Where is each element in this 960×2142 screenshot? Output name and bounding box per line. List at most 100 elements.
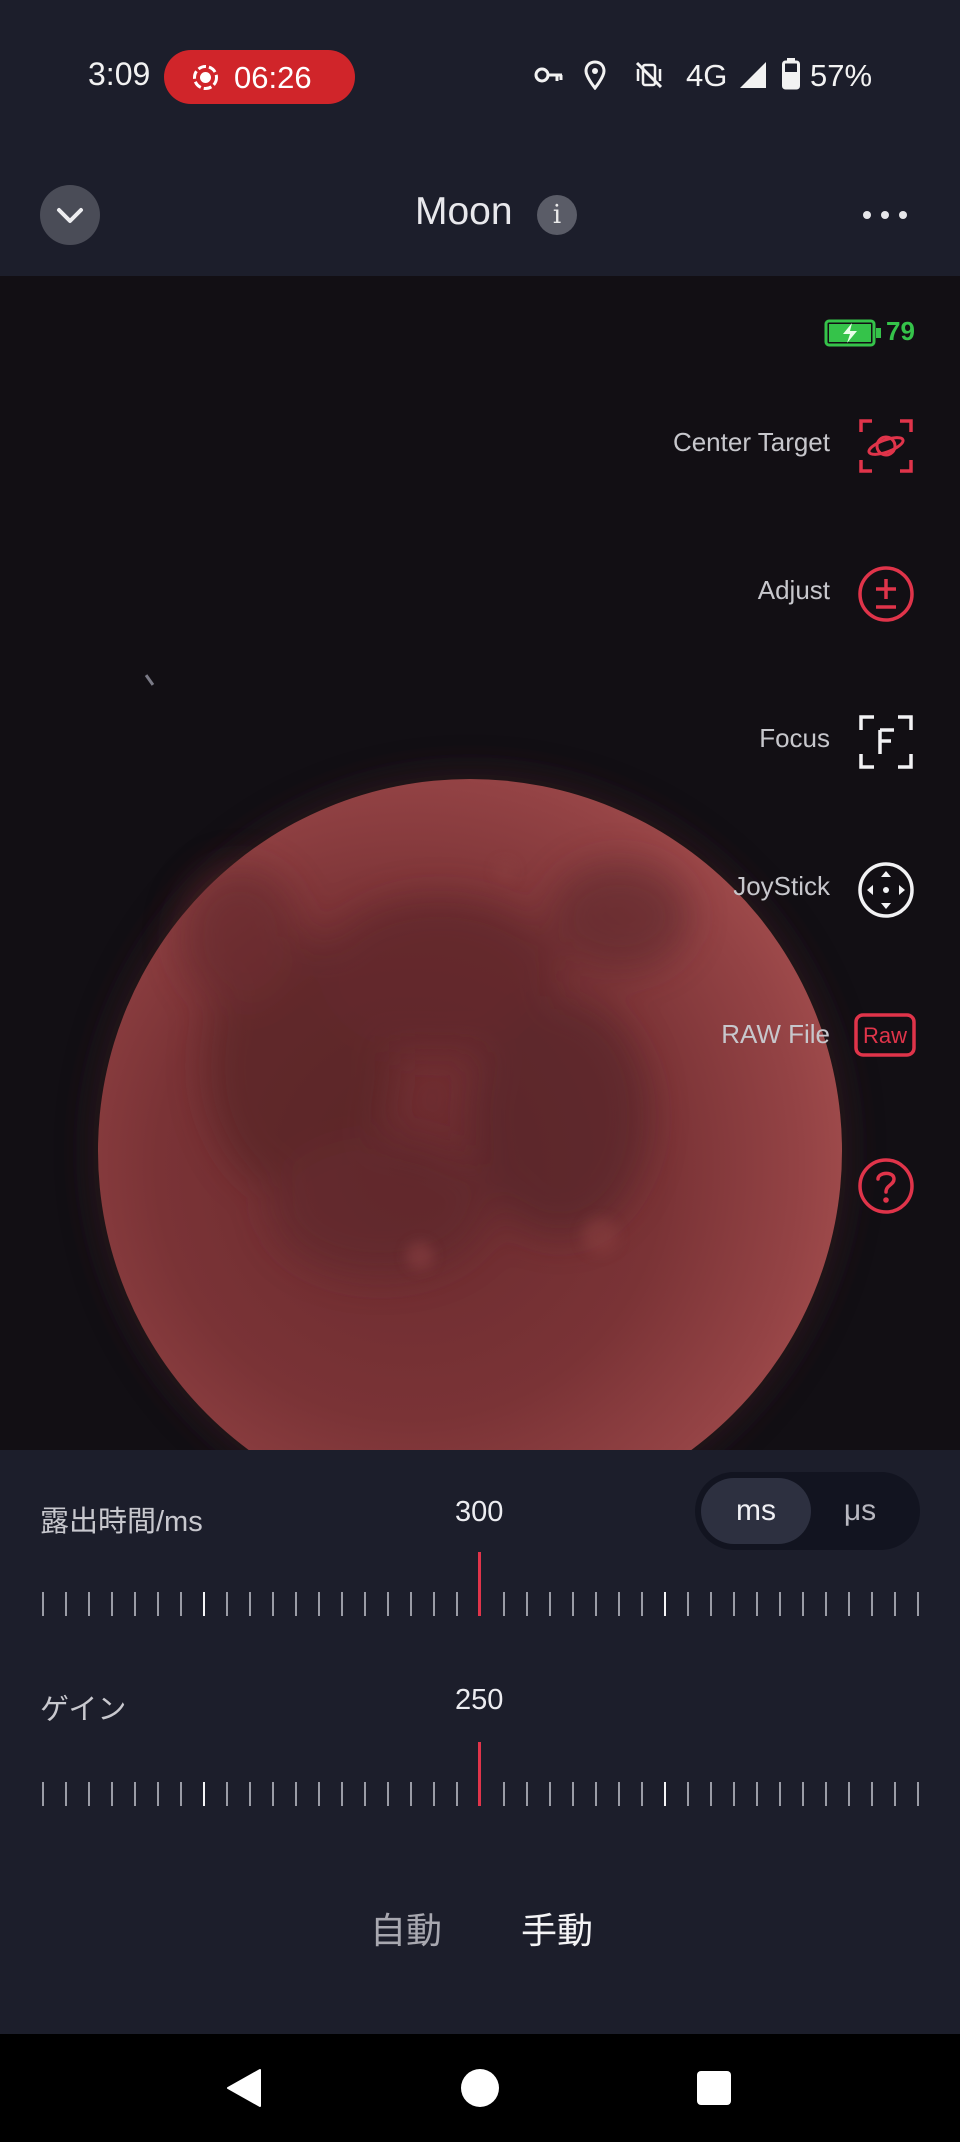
screen-recording-chip[interactable]: 06:26	[164, 50, 355, 104]
unit-toggle[interactable]: ms μs	[695, 1472, 920, 1550]
slider-tick	[88, 1782, 90, 1806]
slider-tick	[779, 1592, 781, 1616]
slider-tick	[364, 1782, 366, 1806]
slider-tick	[42, 1592, 44, 1616]
help-icon[interactable]	[858, 1158, 914, 1214]
slider-tick	[756, 1782, 758, 1806]
slider-tick	[618, 1782, 620, 1806]
more-dot	[863, 211, 871, 219]
recents-square-icon[interactable]	[690, 2064, 738, 2112]
slider-tick	[341, 1592, 343, 1616]
mode-manual-button[interactable]: 手動	[521, 1902, 593, 1954]
gain-slider[interactable]	[0, 1742, 960, 1806]
focus-icon[interactable]	[858, 714, 914, 770]
device-battery-level: 79	[886, 316, 915, 346]
slider-tick	[917, 1592, 919, 1616]
unit-us-option[interactable]: μs	[805, 1478, 915, 1544]
slider-tick	[180, 1592, 182, 1616]
gain-label: ゲイン	[40, 1694, 127, 1726]
tool-label: RAW File	[721, 1019, 830, 1049]
slider-tick	[203, 1592, 205, 1616]
slider-tick	[618, 1592, 620, 1616]
slider-tick	[318, 1592, 320, 1616]
slider-tick	[733, 1592, 735, 1616]
slider-tick	[572, 1592, 574, 1616]
slider-tick	[226, 1592, 228, 1616]
slider-tick	[871, 1592, 873, 1616]
slider-tick	[433, 1592, 435, 1616]
exposure-value: 300	[455, 1496, 504, 1528]
slider-tick	[595, 1782, 597, 1806]
slider-tick	[111, 1592, 113, 1616]
slider-tick	[825, 1782, 827, 1806]
app-header: Moon i	[0, 150, 960, 276]
slider-tick	[848, 1592, 850, 1616]
slider-tick	[341, 1782, 343, 1806]
slider-tick	[641, 1592, 643, 1616]
slider-tick	[894, 1592, 896, 1616]
slider-indicator	[478, 1552, 481, 1616]
exposure-slider[interactable]	[0, 1552, 960, 1616]
slider-tick	[134, 1592, 136, 1616]
raw-file-icon[interactable]: Raw	[854, 1013, 916, 1057]
slider-tick	[549, 1782, 551, 1806]
slider-tick	[364, 1592, 366, 1616]
slider-tick	[802, 1782, 804, 1806]
slider-tick	[65, 1782, 67, 1806]
vpn-key-icon	[534, 67, 563, 83]
slider-tick	[456, 1782, 458, 1806]
network-type: 4G	[686, 58, 728, 93]
slider-tick	[595, 1592, 597, 1616]
status-bar: 3:09 06:26 4G 57%	[0, 0, 960, 150]
slider-tick	[65, 1592, 67, 1616]
slider-tick	[134, 1782, 136, 1806]
slider-tick	[157, 1592, 159, 1616]
battery-percent: 57%	[810, 58, 873, 93]
slider-tick	[456, 1592, 458, 1616]
info-icon[interactable]: i	[537, 195, 577, 235]
page-title: Moon	[415, 190, 513, 233]
unit-ms-option[interactable]: ms	[701, 1478, 811, 1544]
slider-tick	[180, 1782, 182, 1806]
mode-auto-button[interactable]: 自動	[370, 1902, 442, 1954]
status-time: 3:09	[88, 56, 151, 92]
chevron-down-icon	[57, 208, 83, 223]
slider-tick	[42, 1782, 44, 1806]
tool-label: Adjust	[757, 575, 830, 605]
slider-tick	[503, 1782, 505, 1806]
back-triangle-icon[interactable]	[220, 2064, 268, 2112]
slider-tick	[848, 1782, 850, 1806]
collapse-button[interactable]	[40, 185, 100, 245]
exposure-label: 露出時間/ms	[40, 1506, 203, 1538]
slider-tick	[710, 1782, 712, 1806]
slider-tick	[295, 1592, 297, 1616]
system-nav-bar	[0, 2034, 960, 2142]
slider-tick	[687, 1782, 689, 1806]
center-target-icon[interactable]	[858, 418, 914, 474]
adjust-plus-minus-icon[interactable]	[858, 566, 914, 622]
slider-tick	[249, 1592, 251, 1616]
battery-charging-icon	[824, 319, 881, 347]
slider-tick	[249, 1782, 251, 1806]
location-icon	[584, 60, 606, 90]
device-battery: 79	[824, 316, 915, 348]
slider-tick	[203, 1782, 205, 1806]
tool-label: Center Target	[672, 427, 830, 457]
capture-controls: 露出時間/ms 300 ms μs ゲイン 250 自動 手動	[0, 1450, 960, 2034]
svg-text:Raw: Raw	[863, 1023, 907, 1048]
slider-tick	[710, 1592, 712, 1616]
live-view[interactable]: 79 Center Target Adjust Focus JoyStick R…	[0, 276, 960, 1450]
tool-label: JoyStick	[733, 871, 830, 901]
slider-tick	[894, 1782, 896, 1806]
slider-tick	[733, 1782, 735, 1806]
more-options-button[interactable]	[855, 204, 915, 228]
home-circle-icon[interactable]	[456, 2064, 504, 2112]
joystick-icon[interactable]	[858, 862, 914, 918]
gain-value: 250	[455, 1684, 504, 1716]
slider-tick	[664, 1592, 666, 1616]
slider-tick	[318, 1782, 320, 1806]
slider-tick	[88, 1592, 90, 1616]
slider-tick	[157, 1782, 159, 1806]
slider-tick	[779, 1782, 781, 1806]
slider-tick	[410, 1592, 412, 1616]
